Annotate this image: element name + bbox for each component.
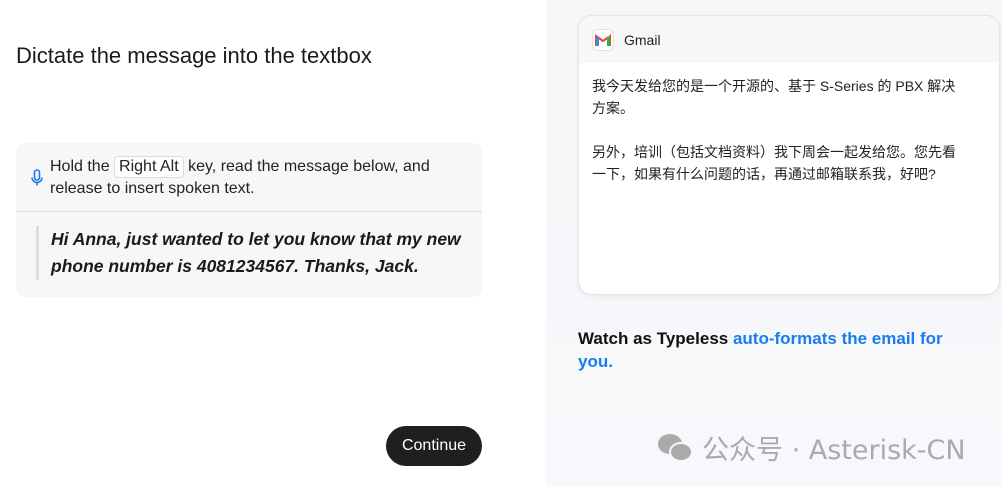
left-panel: Dictate the message into the textbox Hol…: [0, 0, 546, 487]
gmail-header: Gmail: [579, 16, 999, 63]
watermark: 公众号 · Asterisk-CN: [656, 428, 966, 467]
email-body: 我今天发给您的是一个开源的、基于 S-Series 的 PBX 解决方案。 另外…: [579, 63, 974, 219]
watermark-text: 公众号 · Asterisk-CN: [702, 435, 966, 466]
gmail-preview-card: Gmail 我今天发给您的是一个开源的、基于 S-Series 的 PBX 解决…: [578, 15, 1000, 295]
email-paragraph: 我今天发给您的是一个开源的、基于 S-Series 的 PBX 解决方案。: [592, 78, 956, 116]
microphone-icon: [31, 169, 43, 186]
instruction-card: Hold the Right Alt key, read the message…: [16, 143, 482, 297]
wechat-icon: [658, 433, 693, 462]
caption-text: Watch as Typeless: [578, 329, 733, 348]
key-badge: Right Alt: [114, 156, 184, 178]
caption: Watch as Typeless auto-formats the email…: [578, 327, 978, 373]
gmail-logo-icon: [592, 28, 614, 51]
divider: [16, 211, 482, 212]
continue-button[interactable]: Continue: [386, 426, 482, 466]
email-paragraph: 另外，培训（包括文档资料）我下周会一起发给您。您先看一下，如果有什么问题的话，再…: [592, 144, 956, 182]
gmail-title: Gmail: [624, 31, 661, 48]
instruction-text: Hold the Right Alt key, read the message…: [50, 156, 470, 200]
instruction-prefix: Hold the: [50, 158, 110, 175]
page-title: Dictate the message into the textbox: [16, 43, 372, 68]
message-quote: Hi Anna, just wanted to let you know tha…: [36, 226, 476, 280]
